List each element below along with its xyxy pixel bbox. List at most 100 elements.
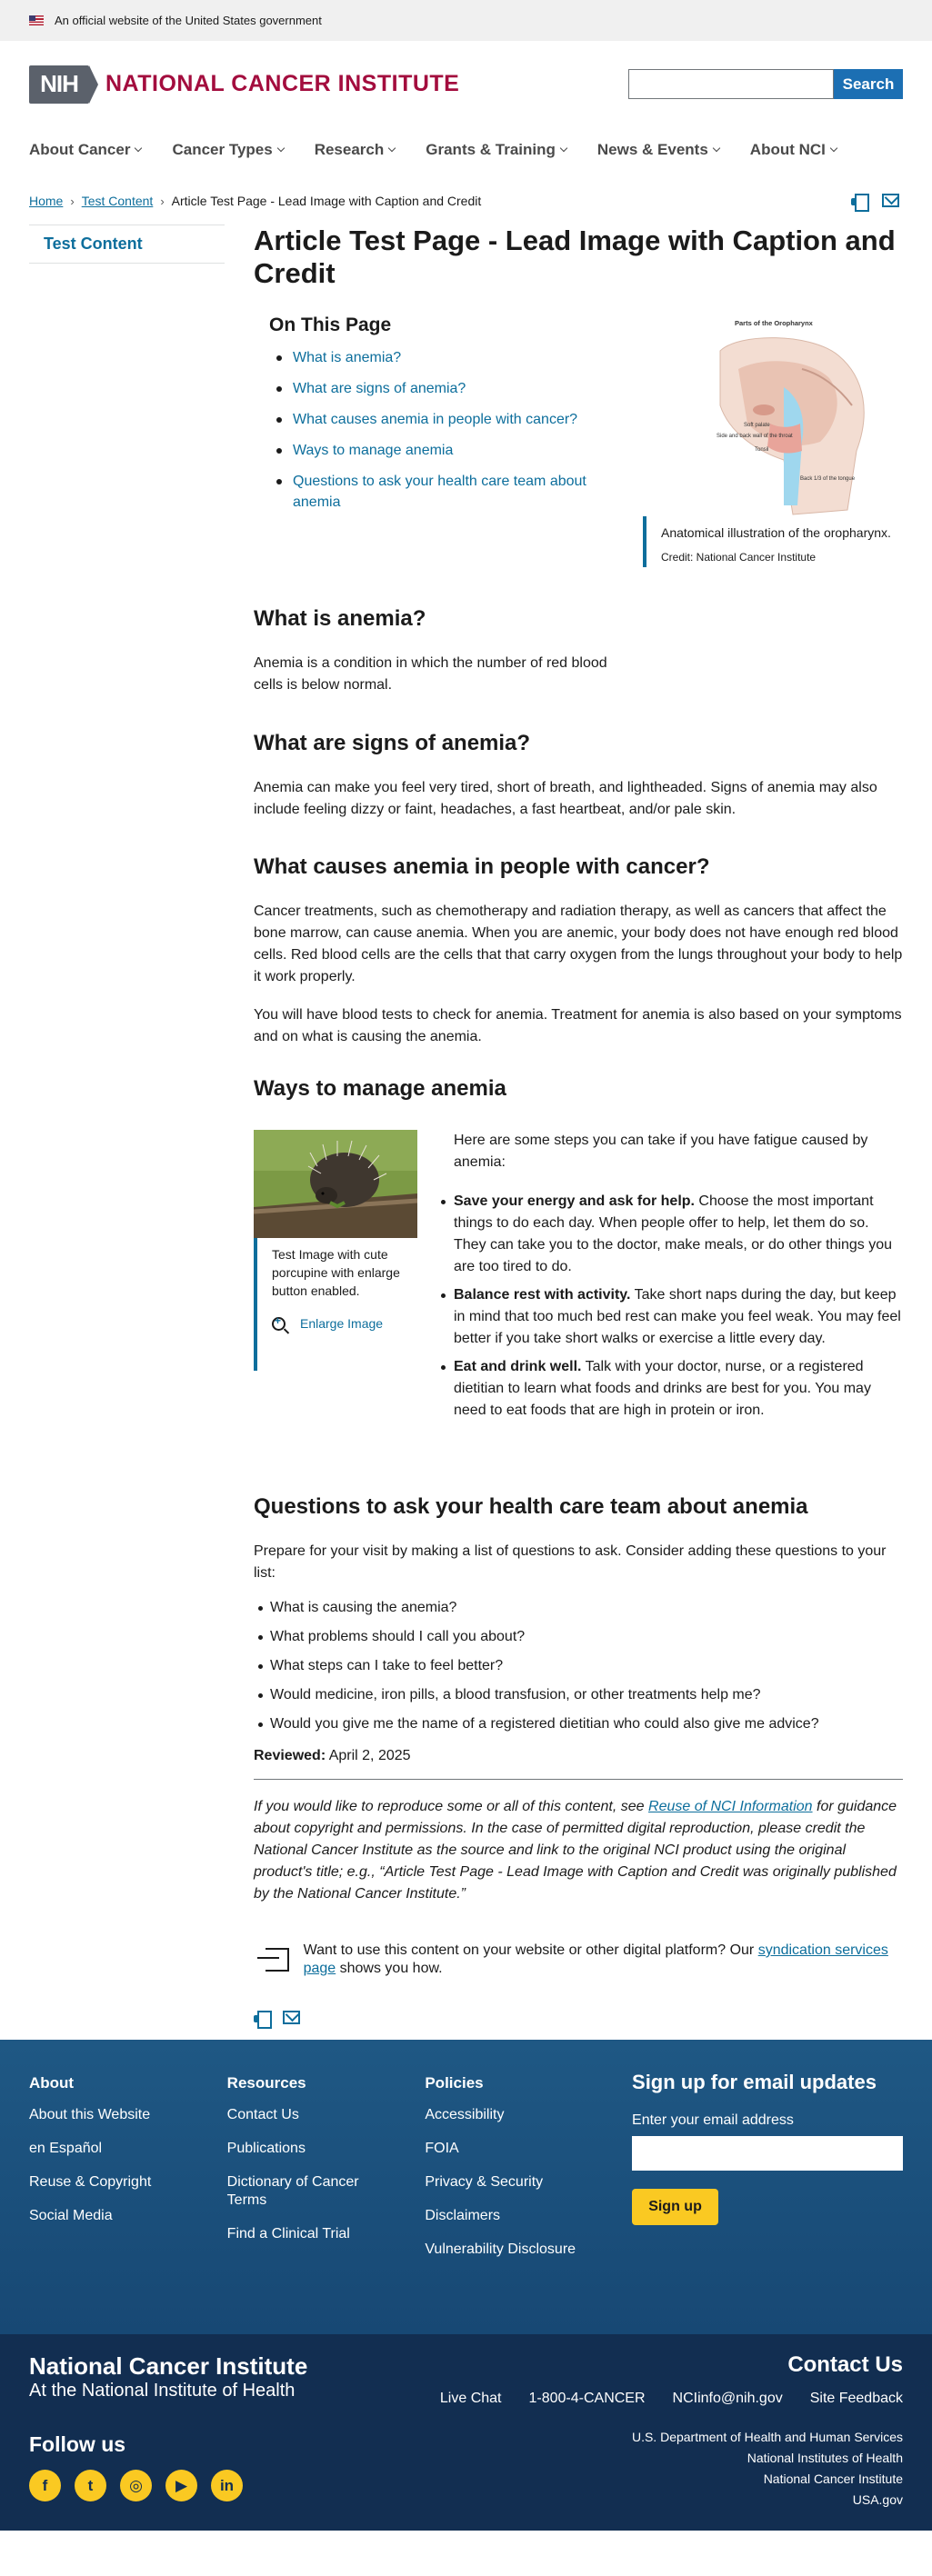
footer-link[interactable]: Social Media bbox=[29, 2207, 227, 2225]
on-this-page: On This Page What is anemia? What are si… bbox=[269, 315, 633, 523]
breadcrumb-row: Home › Test Content › Article Test Page … bbox=[0, 194, 932, 212]
otp-link-signs[interactable]: What are signs of anemia? bbox=[293, 381, 466, 396]
nih-link[interactable]: National Institutes of Health bbox=[440, 2448, 903, 2469]
breadcrumb-home[interactable]: Home bbox=[29, 194, 63, 208]
nav-label: Grants & Training bbox=[426, 140, 556, 158]
chevron-down-icon bbox=[135, 144, 143, 153]
email-icon[interactable] bbox=[283, 2011, 300, 2024]
footer-link[interactable]: Disclaimers bbox=[425, 2207, 623, 2225]
divider bbox=[254, 1779, 903, 1780]
enlarge-image-button[interactable]: Enlarge Image bbox=[272, 1314, 417, 1331]
footer-link[interactable]: Find a Clinical Trial bbox=[227, 2225, 426, 2243]
bold-lead: Save your energy and ask for help. bbox=[454, 1193, 695, 1209]
article: Article Test Page - Lead Image with Capt… bbox=[254, 225, 903, 2029]
nav-label: Cancer Types bbox=[172, 140, 273, 158]
bold-lead: Balance rest with activity. bbox=[454, 1287, 631, 1303]
nav-about-nci[interactable]: About NCI bbox=[749, 140, 838, 159]
nav-news-events[interactable]: News & Events bbox=[597, 141, 721, 159]
reuse-link[interactable]: Reuse of NCI Information bbox=[648, 1799, 813, 1814]
youtube-icon[interactable]: ▶ bbox=[165, 2470, 197, 2501]
nci-link[interactable]: National Cancer Institute bbox=[440, 2469, 903, 2490]
footer-heading: Resources bbox=[226, 2074, 306, 2092]
label-tongue: Back 1/3 of the tongue bbox=[800, 476, 856, 482]
email-icon[interactable] bbox=[882, 194, 899, 207]
otp-link-questions[interactable]: Questions to ask your health care team a… bbox=[293, 474, 586, 510]
nav-grants-training[interactable]: Grants & Training bbox=[426, 140, 568, 159]
nav-about-cancer[interactable]: About Cancer bbox=[29, 140, 143, 159]
list-item: Ways to manage anemia bbox=[269, 440, 633, 461]
list-item: Questions to ask your health care team a… bbox=[269, 471, 633, 513]
footer-link[interactable]: Vulnerability Disclosure bbox=[425, 2241, 623, 2259]
section-signs: What are signs of anemia? Anemia can mak… bbox=[254, 730, 903, 821]
search-button[interactable]: Search bbox=[834, 69, 903, 99]
phone-link[interactable]: 1-800-4-CANCER bbox=[528, 2391, 645, 2407]
footer-link[interactable]: Accessibility bbox=[425, 2106, 623, 2124]
section-what-is-anemia: What is anemia? Anemia is a condition in… bbox=[254, 605, 608, 696]
email-link[interactable]: NCIinfo@nih.gov bbox=[673, 2391, 783, 2407]
on-this-page-heading: On This Page bbox=[269, 315, 392, 335]
caption-credit: Credit: National Cancer Institute bbox=[661, 551, 817, 564]
section-heading: What are signs of anemia? bbox=[254, 731, 531, 755]
paragraph: Anemia can make you feel very tired, sho… bbox=[254, 780, 877, 817]
section-causes: What causes anemia in people with cancer… bbox=[254, 854, 903, 1048]
porcupine-image bbox=[254, 1130, 417, 1238]
signup-heading: Sign up for email updates bbox=[632, 2071, 877, 2093]
facebook-icon[interactable]: f bbox=[29, 2470, 61, 2501]
porcupine-figure: Test Image with cute porcupine with enla… bbox=[254, 1130, 417, 1428]
footer-heading: Policies bbox=[425, 2074, 484, 2092]
sidebar: Test Content bbox=[29, 225, 225, 2025]
label-tonsil: Tonsil bbox=[755, 447, 768, 453]
footer-link[interactable]: Dictionary of Cancer Terms bbox=[227, 2173, 382, 2210]
hhs-link[interactable]: U.S. Department of Health and Human Serv… bbox=[440, 2427, 903, 2448]
otp-link-what-is-anemia[interactable]: What is anemia? bbox=[293, 350, 401, 365]
contact-heading: Contact Us bbox=[787, 2352, 903, 2377]
print-icon[interactable] bbox=[254, 2011, 272, 2029]
manage-block: Test Image with cute porcupine with enla… bbox=[254, 1130, 903, 1428]
site-footer: About About this Website en Español Reus… bbox=[0, 2040, 932, 2531]
footer-link[interactable]: en Español bbox=[29, 2140, 227, 2158]
sidebar-item-test-content[interactable]: Test Content bbox=[29, 225, 225, 264]
footer-bottom: National Cancer Institute At the Nationa… bbox=[0, 2334, 932, 2531]
logo-text: NATIONAL CANCER INSTITUTE bbox=[105, 71, 460, 96]
usa-gov-link[interactable]: USA.gov bbox=[440, 2490, 903, 2511]
label-soft-palate: Soft palate bbox=[744, 423, 770, 428]
zoom-in-icon bbox=[272, 1314, 286, 1331]
nav-cancer-types[interactable]: Cancer Types bbox=[172, 140, 285, 159]
list-item: Save your energy and ask for help. Choos… bbox=[441, 1191, 903, 1278]
nav-research[interactable]: Research bbox=[315, 141, 396, 159]
footer-contact: Contact Us Live Chat 1-800-4-CANCER NCIi… bbox=[440, 2352, 903, 2511]
search-input[interactable] bbox=[628, 69, 834, 99]
breadcrumb-current: Article Test Page - Lead Image with Capt… bbox=[171, 194, 482, 208]
footer-link[interactable]: Publications bbox=[227, 2140, 426, 2158]
site-feedback-link[interactable]: Site Feedback bbox=[810, 2391, 903, 2407]
footer-link[interactable]: Contact Us bbox=[227, 2106, 426, 2124]
section-questions: Questions to ask your health care team a… bbox=[254, 1493, 903, 1735]
list-item: Balance rest with activity. Take short n… bbox=[441, 1284, 903, 1350]
breadcrumb-separator-icon: › bbox=[70, 194, 75, 208]
nci-logo[interactable]: NIH NATIONAL CANCER INSTITUTE bbox=[29, 65, 459, 104]
nav-label: About NCI bbox=[749, 140, 826, 158]
instagram-icon[interactable]: ◎ bbox=[120, 2470, 152, 2501]
paragraph: Prepare for your visit by making a list … bbox=[254, 1543, 887, 1581]
print-icon[interactable] bbox=[851, 194, 869, 212]
footer-link[interactable]: FOIA bbox=[425, 2140, 623, 2158]
signup-button[interactable]: Sign up bbox=[632, 2189, 719, 2225]
otp-link-causes[interactable]: What causes anemia in people with cancer… bbox=[293, 412, 577, 427]
main-nav: About Cancer Cancer Types Research Grant… bbox=[0, 127, 932, 173]
twitter-icon[interactable]: t bbox=[75, 2470, 106, 2501]
footer-link[interactable]: Reuse & Copyright bbox=[29, 2173, 227, 2192]
live-chat-link[interactable]: Live Chat bbox=[440, 2391, 502, 2407]
footer-link[interactable]: About this Website bbox=[29, 2106, 227, 2124]
list-item: Eat and drink well. Talk with your docto… bbox=[441, 1356, 903, 1422]
utility-icons bbox=[851, 194, 899, 212]
linkedin-icon[interactable]: in bbox=[211, 2470, 243, 2501]
intro-block: On This Page What is anemia? What are si… bbox=[254, 315, 903, 605]
otp-link-manage[interactable]: Ways to manage anemia bbox=[293, 443, 453, 458]
chevron-down-icon bbox=[559, 144, 568, 153]
footer-link[interactable]: Privacy & Security bbox=[425, 2173, 623, 2192]
breadcrumb-test-content[interactable]: Test Content bbox=[82, 194, 154, 208]
synd-text: Want to use this content on your website… bbox=[303, 1942, 758, 1958]
list-item: What causes anemia in people with cancer… bbox=[269, 409, 633, 430]
email-field[interactable] bbox=[632, 2136, 904, 2171]
nav-label: About Cancer bbox=[29, 140, 131, 158]
